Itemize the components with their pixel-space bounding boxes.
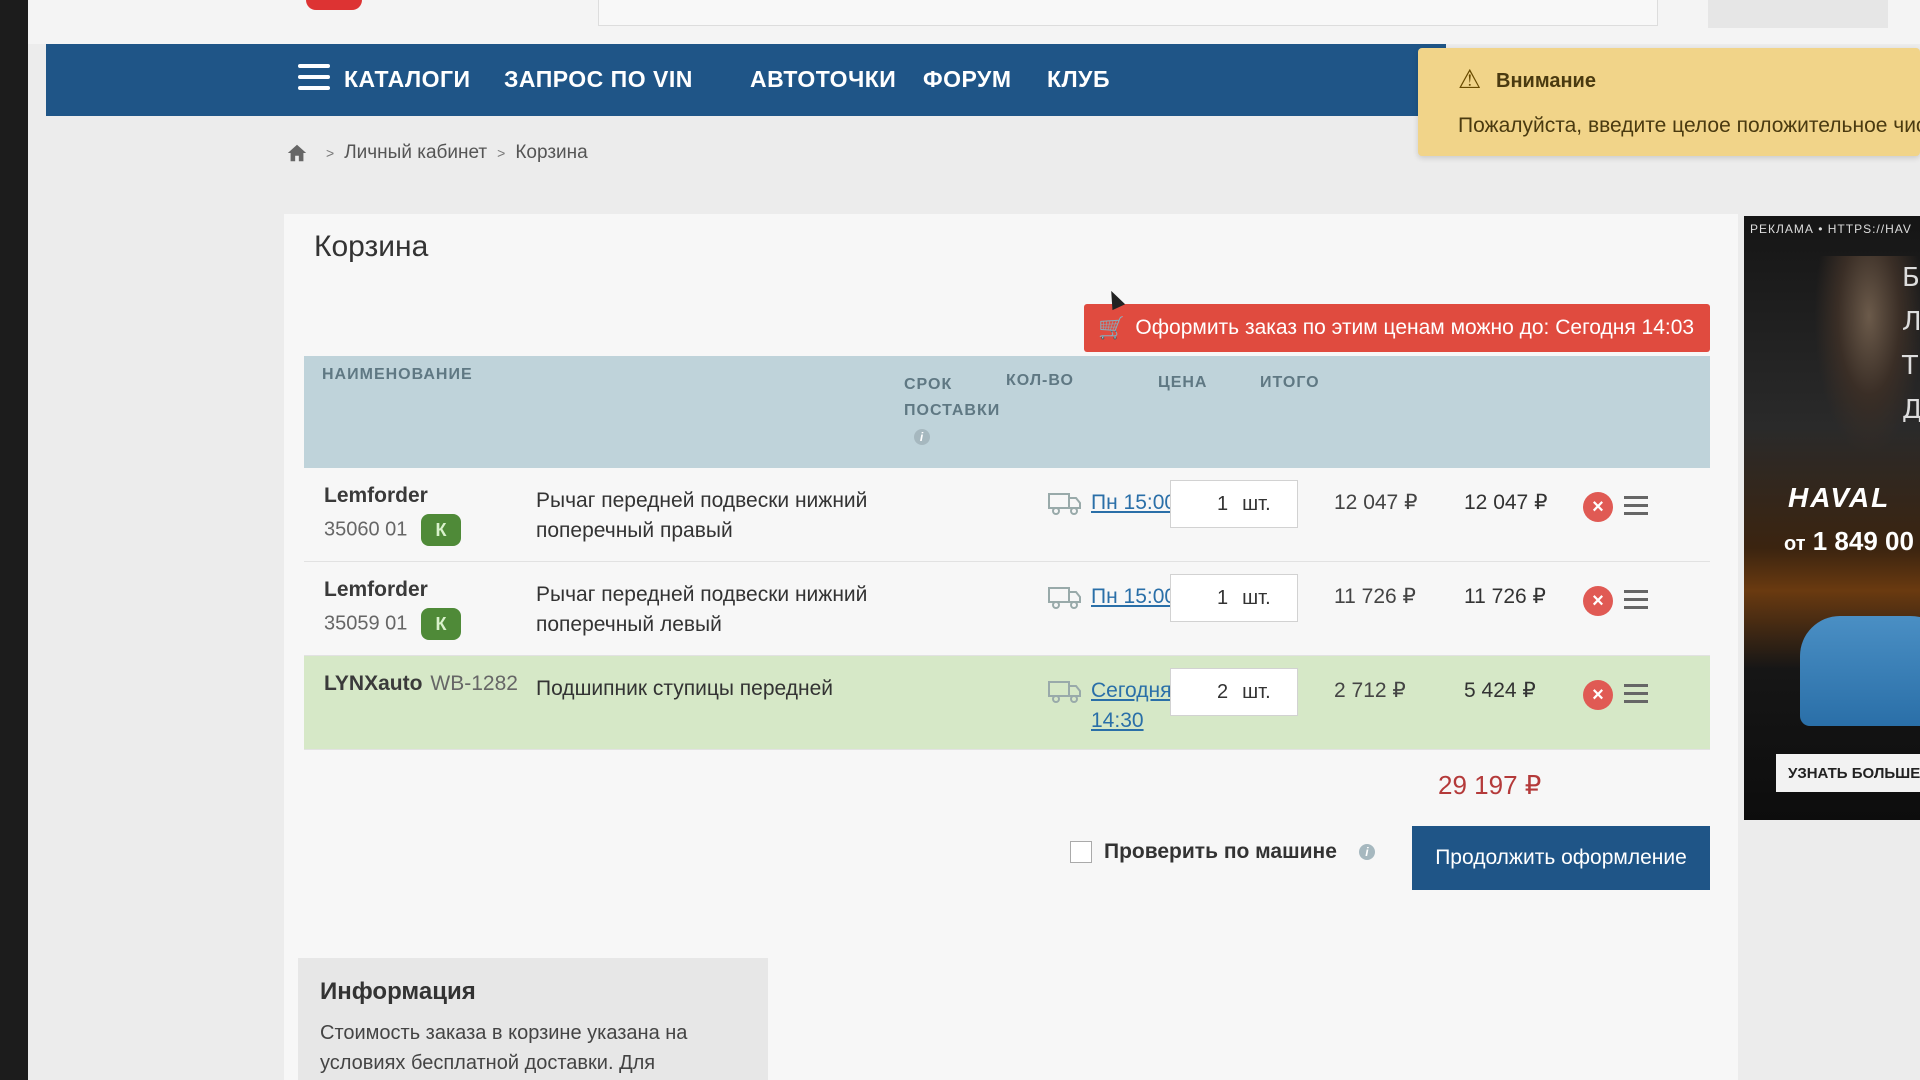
table-row: LYNXauto WB-1282 Подшипник ступицы передн… <box>304 656 1710 750</box>
order-deadline-text: Оформить заказ по этим ценам можно до: С… <box>1135 316 1695 339</box>
page-title: Корзина <box>314 230 429 263</box>
article-number[interactable]: 35059 01 <box>324 612 407 634</box>
ad-price: от 1 849 00 <box>1784 526 1914 556</box>
delivery-date[interactable]: Пн 15:00 <box>1091 488 1176 518</box>
item-description: Рычаг передней подвески нижний поперечны… <box>536 583 868 636</box>
item-brand[interactable]: Lemforder <box>324 484 428 508</box>
delivery-date[interactable]: Пн 15:00 <box>1091 582 1176 612</box>
quantity-value: 2 <box>1217 680 1229 703</box>
quantity-value: 1 <box>1217 586 1229 609</box>
ad-banner[interactable]: РЕКЛАМА • HTTPS://HAV БЛТД HAVAL от 1 84… <box>1744 216 1920 820</box>
main-nav: КАТАЛОГИ ЗАПРОС ПО VIN АВТОТОЧКИ ФОРУМ К… <box>46 44 1446 116</box>
brand-name[interactable]: LYNXauto <box>324 672 422 695</box>
hamburger-icon[interactable] <box>298 64 330 92</box>
catalog-badge-icon[interactable]: К <box>420 608 461 640</box>
nav-autopoints[interactable]: АВТОТОЧКИ <box>750 66 896 93</box>
info-title: Информация <box>320 978 476 1005</box>
nav-catalogs[interactable]: КАТАЛОГИ <box>344 66 471 93</box>
chevron-right-icon: > <box>497 145 506 161</box>
top-header <box>28 0 1920 44</box>
nav-vin-request[interactable]: ЗАПРОС ПО VIN <box>504 66 693 93</box>
col-total: ИТОГО <box>1260 374 1320 391</box>
quantity-input[interactable]: 2 шт. <box>1170 668 1298 716</box>
toast-title: Внимание <box>1496 70 1596 92</box>
remove-item-button[interactable]: × <box>1583 680 1613 710</box>
ad-label: РЕКЛАМА • HTTPS://HAV <box>1750 222 1912 236</box>
ad-learn-more-button[interactable]: УЗНАТЬ БОЛЬШЕ <box>1776 754 1920 792</box>
nav-club[interactable]: КЛУБ <box>1047 66 1110 93</box>
catalog-badge-icon[interactable]: К <box>420 514 461 546</box>
breadcrumb-cart: Корзина <box>515 142 588 163</box>
item-brand[interactable]: Lemforder <box>324 578 428 602</box>
row-menu-icon[interactable] <box>1624 590 1648 610</box>
col-qty: КОЛ-ВО <box>1006 372 1074 389</box>
table-row: Lemforder 35060 01 К Рычаг передней подв… <box>304 468 1710 562</box>
ad-car-image <box>1800 616 1920 726</box>
table-row: Lemforder 35059 01 К Рычаг передней подв… <box>304 562 1710 656</box>
remove-item-button[interactable]: × <box>1583 492 1613 522</box>
item-total: 12 047 ₽ <box>1464 491 1548 514</box>
nav-forum[interactable]: ФОРУМ <box>923 66 1012 93</box>
ad-brand: HAVAL <box>1788 482 1891 513</box>
truck-icon <box>1048 681 1081 703</box>
remove-item-button[interactable]: × <box>1583 586 1613 616</box>
info-icon[interactable]: i <box>914 429 930 445</box>
cart-icon: 🛒 <box>1098 315 1126 340</box>
truck-icon <box>1048 587 1081 609</box>
quantity-input[interactable]: 1 шт. <box>1170 480 1298 528</box>
chevron-right-icon: > <box>326 145 335 161</box>
breadcrumb-account[interactable]: Личный кабинет <box>344 142 487 164</box>
info-text: Стоимость заказа в корзине указана на ус… <box>320 1022 688 1074</box>
header-button[interactable] <box>1708 0 1888 28</box>
col-delivery-2: ПОСТАВКИ <box>904 402 1001 419</box>
item-description: Рычаг передней подвески нижний поперечны… <box>536 489 868 542</box>
truck-icon <box>1048 493 1081 515</box>
article-number[interactable]: WB-1282 <box>430 672 518 695</box>
quantity-unit: шт. <box>1242 586 1271 609</box>
browser-screen: КАТАЛОГИ ЗАПРОС ПО VIN АВТОТОЧКИ ФОРУМ К… <box>28 0 1920 1080</box>
item-total: 11 726 ₽ <box>1464 585 1546 608</box>
toast-message: Пожалуйста, введите целое положительное … <box>1458 114 1920 137</box>
continue-checkout-button[interactable]: Продолжить оформление <box>1412 826 1710 890</box>
delivery-date[interactable]: Сегодня 14:30 <box>1091 676 1181 736</box>
check-by-car-checkbox[interactable] <box>1070 841 1092 863</box>
item-total: 5 424 ₽ <box>1464 679 1536 702</box>
col-delivery: СРОК <box>904 376 953 393</box>
table-header: НАИМЕНОВАНИЕ СРОК ПОСТАВКИ i КОЛ-ВО ЦЕНА… <box>304 356 1710 468</box>
item-description: Подшипник ступицы передней <box>536 677 833 700</box>
grand-total: 29 197 ₽ <box>1438 770 1542 800</box>
site-logo[interactable] <box>306 0 362 10</box>
item-brand: LYNXauto WB-1282 <box>324 672 518 696</box>
check-by-car-label[interactable]: Проверить по машине <box>1104 840 1337 864</box>
quantity-value: 1 <box>1217 492 1229 515</box>
item-article: 35059 01 К <box>324 608 461 640</box>
ad-headline: БЛТД <box>1902 263 1920 425</box>
item-price: 12 047 ₽ <box>1334 491 1418 514</box>
col-name: НАИМЕНОВАНИЕ <box>322 366 473 383</box>
row-menu-icon[interactable] <box>1624 684 1648 704</box>
quantity-input[interactable]: 1 шт. <box>1170 574 1298 622</box>
home-icon[interactable] <box>286 142 308 164</box>
check-by-car-option: Проверить по машине i <box>1070 840 1375 864</box>
item-price: 11 726 ₽ <box>1334 585 1416 608</box>
breadcrumb: > Личный кабинет > Корзина <box>286 142 588 164</box>
item-article: 35060 01 К <box>324 514 461 546</box>
search-input[interactable] <box>598 0 1658 26</box>
info-panel: Информация Стоимость заказа в корзине ук… <box>298 958 768 1080</box>
warning-icon: ⚠ <box>1458 64 1482 94</box>
article-number[interactable]: 35060 01 <box>324 518 407 540</box>
info-icon[interactable]: i <box>1358 844 1375 860</box>
warning-toast[interactable]: ⚠ Внимание Пожалуйста, введите целое пол… <box>1418 48 1920 156</box>
item-price: 2 712 ₽ <box>1334 679 1406 702</box>
order-deadline-banner[interactable]: 🛒 Оформить заказ по этим ценам можно до:… <box>1084 304 1710 352</box>
cart-panel: Корзина 🛒 Оформить заказ по этим ценам м… <box>284 214 1738 1080</box>
col-price: ЦЕНА <box>1158 374 1208 391</box>
quantity-unit: шт. <box>1242 680 1271 703</box>
row-menu-icon[interactable] <box>1624 496 1648 516</box>
quantity-unit: шт. <box>1242 492 1271 515</box>
